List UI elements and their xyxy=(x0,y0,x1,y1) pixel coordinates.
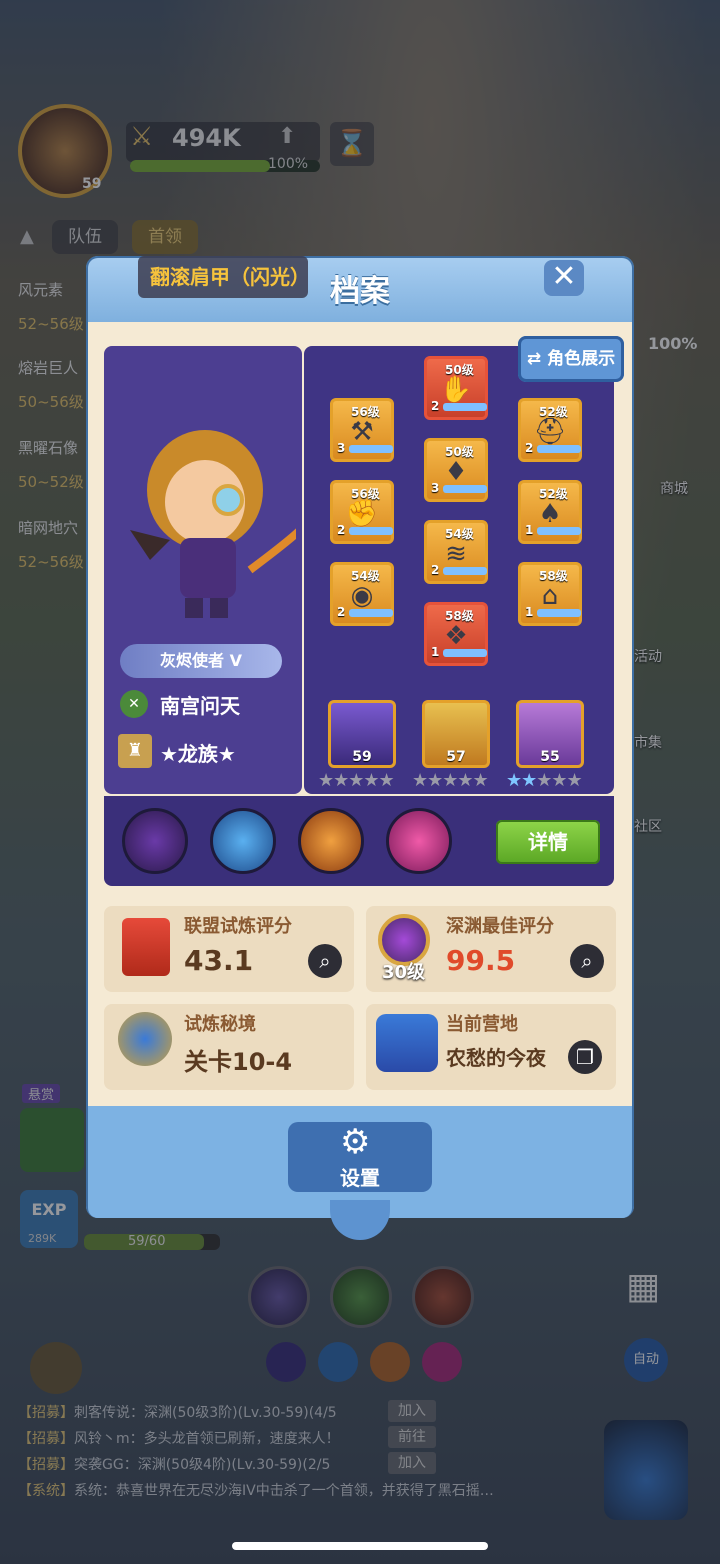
star-bar xyxy=(349,445,393,453)
player-class-icon: ✕ xyxy=(120,690,148,718)
star-bar xyxy=(443,485,487,493)
star-bar xyxy=(349,527,393,535)
star-bar xyxy=(443,567,487,575)
star-bar xyxy=(537,445,581,453)
star-bar xyxy=(349,609,393,617)
title-rank: V xyxy=(229,651,242,670)
alliance-trial-score: 43.1 xyxy=(184,944,254,977)
settings-label: 设置 xyxy=(340,1166,380,1190)
pet-card[interactable]: 55 xyxy=(516,700,584,768)
pet-stars: ★★★★★ xyxy=(318,770,395,791)
abyss-best-score: 99.5 xyxy=(446,944,516,977)
pet-level: 59 xyxy=(352,749,372,765)
pet-card[interactable]: 57 xyxy=(422,700,490,768)
close-button[interactable]: ✕ xyxy=(544,260,584,296)
equip-star-count: 3 xyxy=(337,441,346,455)
equipment-slot[interactable]: 52级 ♠ 1 xyxy=(518,480,582,544)
pet-card[interactable]: 59 xyxy=(328,700,396,768)
equipment-slot[interactable]: 50级 ✋ 2 xyxy=(424,356,488,420)
equipment-slot[interactable]: 56级 ⚒ 3 xyxy=(330,398,394,462)
pet-stars: ★★★★★ xyxy=(506,770,583,791)
star-bar xyxy=(537,609,581,617)
equipment-slot[interactable]: 58级 ❖ 1 xyxy=(424,602,488,666)
equipment-slot[interactable]: 56级 ✊ 2 xyxy=(330,480,394,544)
details-button[interactable]: 详情 xyxy=(496,820,600,864)
search-icon[interactable]: ⌕ xyxy=(570,944,604,978)
home-indicator[interactable] xyxy=(232,1542,488,1550)
skill-icon[interactable] xyxy=(210,808,276,874)
abyss-best-title: 深渊最佳评分 xyxy=(446,916,554,937)
pet-stars: ★★★★★ xyxy=(412,770,489,791)
shield-icon xyxy=(122,918,170,976)
abyss-level-badge: 30级 xyxy=(382,962,426,983)
trial-realm-stage: 关卡10-4 xyxy=(184,1048,293,1076)
trial-realm-title: 试炼秘境 xyxy=(184,1014,256,1035)
search-icon[interactable]: ⌕ xyxy=(308,944,342,978)
equip-star-count: 2 xyxy=(337,605,346,619)
pet-level: 55 xyxy=(540,749,560,765)
equip-star-count: 3 xyxy=(431,481,440,495)
modal-title: 档案 xyxy=(330,274,390,309)
equip-star-count: 2 xyxy=(431,399,440,413)
star-bar xyxy=(443,403,487,411)
equip-star-count: 2 xyxy=(431,563,440,577)
equipment-slot[interactable]: 58级 ⌂ 1 xyxy=(518,562,582,626)
realm-icon xyxy=(118,1012,172,1066)
title-badge-label: 灰烬使者 xyxy=(160,651,225,670)
tent-icon xyxy=(376,1014,438,1072)
skill-icon[interactable] xyxy=(298,808,364,874)
pet-level: 57 xyxy=(446,749,466,765)
skill-icon[interactable] xyxy=(386,808,452,874)
skill-icon[interactable] xyxy=(122,808,188,874)
title-badge[interactable]: 灰烬使者 V xyxy=(120,644,282,678)
star-bar xyxy=(537,527,581,535)
settings-button[interactable]: ⚙ 设置 xyxy=(288,1122,432,1192)
equip-star-count: 1 xyxy=(525,523,534,537)
character-showcase-button[interactable]: ⇄ 角色展示 xyxy=(518,336,624,382)
equip-star-count: 1 xyxy=(525,605,534,619)
hero-portrait xyxy=(130,430,296,618)
showcase-label: 角色展示 xyxy=(547,349,616,369)
copy-icon[interactable]: ❐ xyxy=(568,1040,602,1074)
equipment-slot[interactable]: 54级 ≋ 2 xyxy=(424,520,488,584)
gear-icon: ⚙ xyxy=(340,1122,371,1162)
player-name: 南宫问天 xyxy=(160,694,240,718)
refresh-icon: ⇄ xyxy=(526,349,548,369)
guild-name[interactable]: ★龙族★ xyxy=(160,738,236,767)
equipment-slot[interactable]: 52级 ⛑ 2 xyxy=(518,398,582,462)
equipment-slot[interactable]: 54级 ◉ 2 xyxy=(330,562,394,626)
guild-castle-icon: ♜ xyxy=(118,734,152,768)
alliance-trial-title: 联盟试炼评分 xyxy=(184,916,292,937)
current-camp-name: 农愁的今夜 xyxy=(446,1046,546,1070)
star-bar xyxy=(443,649,487,657)
equip-star-count: 2 xyxy=(525,441,534,455)
equip-star-count: 2 xyxy=(337,523,346,537)
equip-star-count: 1 xyxy=(431,645,440,659)
current-camp-title: 当前营地 xyxy=(446,1014,518,1035)
equipment-slot[interactable]: 50级 ♦ 3 xyxy=(424,438,488,502)
